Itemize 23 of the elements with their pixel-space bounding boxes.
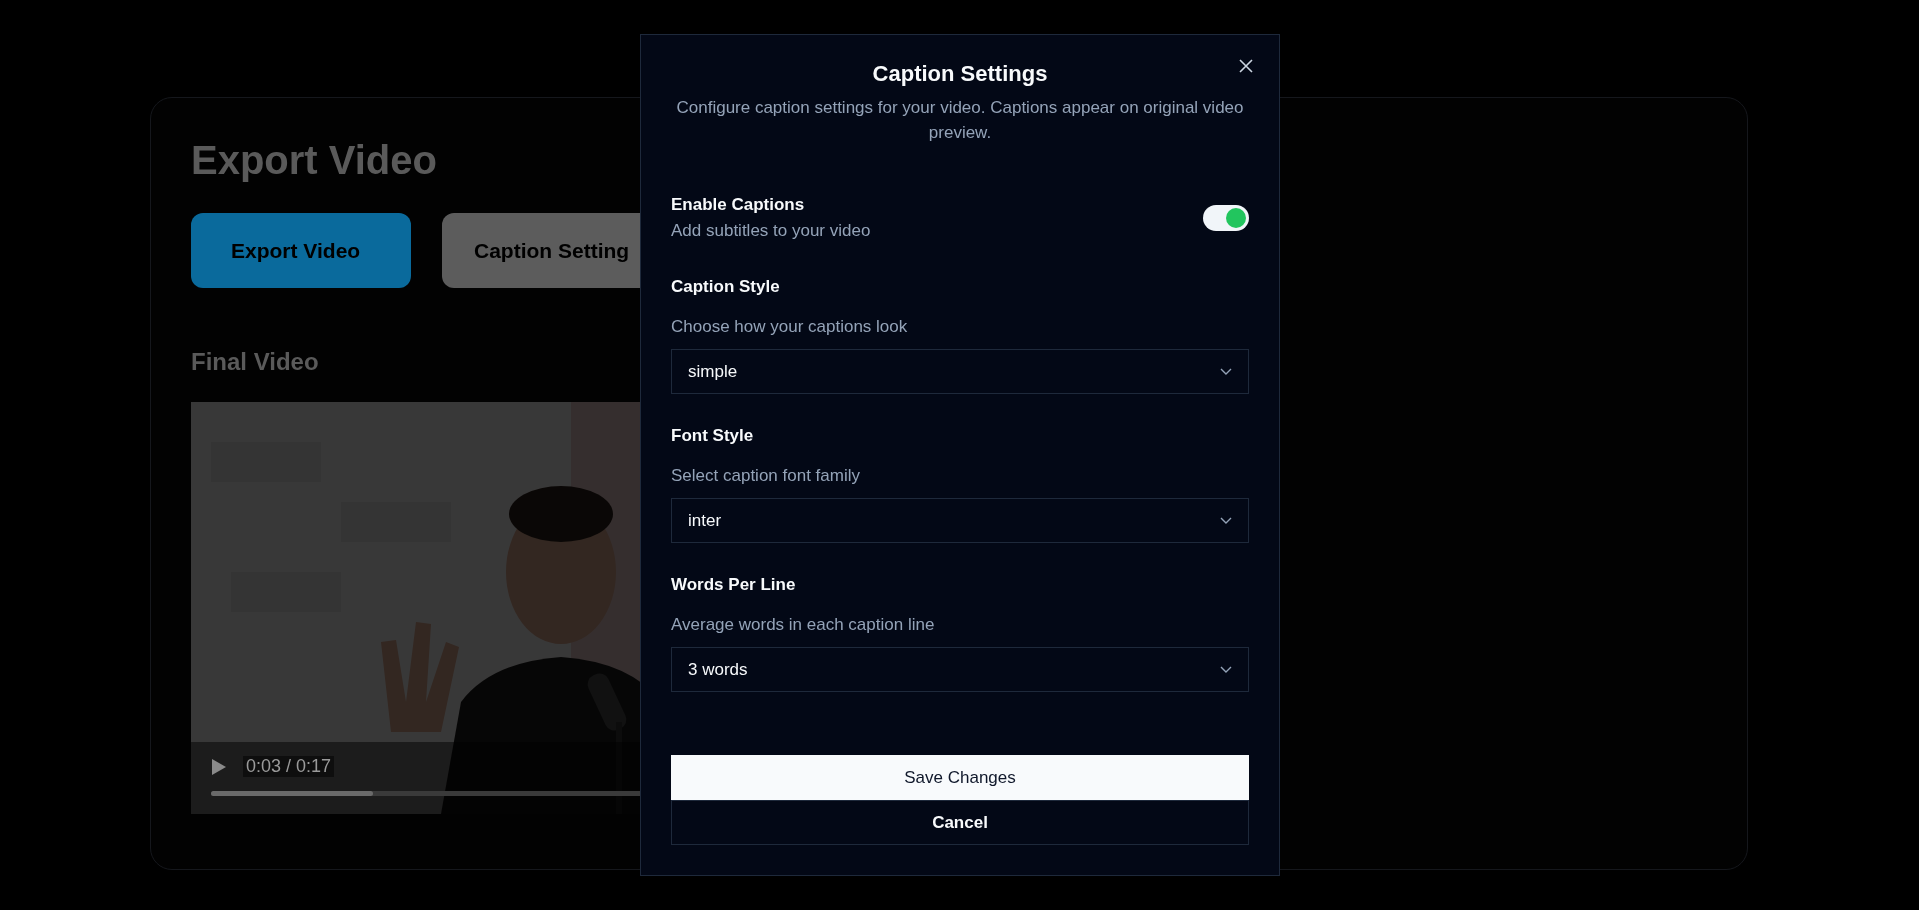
select-field[interactable]: 3 words xyxy=(671,647,1249,692)
close-icon xyxy=(1239,59,1253,73)
setting-hint: Choose how your captions look xyxy=(671,317,909,337)
toggle-switch[interactable] xyxy=(1203,205,1249,231)
tab[interactable]: Export Video xyxy=(191,213,411,288)
setting-hint: Select caption font family xyxy=(671,466,861,486)
select-field[interactable]: inter xyxy=(671,498,1249,543)
setting-label: Words Per Line xyxy=(671,575,797,595)
dialog-description: Configure caption settings for your video. Captions appear on original video preview. xyxy=(675,97,1245,144)
cancel-button[interactable]: Cancel xyxy=(671,800,1249,845)
page-title: Export Video xyxy=(191,138,437,183)
chevron-down-icon xyxy=(1220,517,1232,524)
chevron-down-icon xyxy=(1220,368,1232,375)
save-button[interactable]: Save Changes xyxy=(671,755,1249,800)
video-time: 0:03 / 0:17 xyxy=(243,756,335,777)
dialog-title: Caption Settings xyxy=(872,61,1048,87)
setting-hint: Average words in each caption line xyxy=(671,615,936,635)
select-field[interactable]: simple xyxy=(671,349,1249,394)
setting-label: Font Style xyxy=(671,426,755,446)
chevron-down-icon xyxy=(1220,666,1232,673)
play-icon[interactable] xyxy=(211,757,227,776)
section-title: Final Video xyxy=(191,348,319,376)
setting-label: Enable Captions xyxy=(671,195,806,215)
